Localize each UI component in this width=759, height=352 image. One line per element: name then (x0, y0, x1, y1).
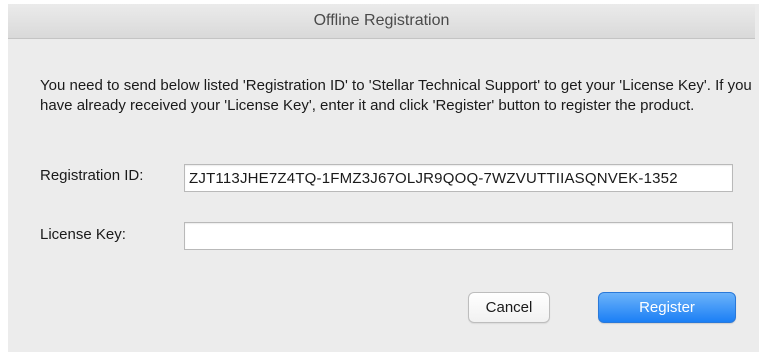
window-title: Offline Registration (313, 12, 450, 29)
offline-registration-dialog: Offline Registration You need to send be… (0, 0, 759, 352)
cancel-button[interactable]: Cancel (468, 292, 550, 323)
license-key-field[interactable] (184, 222, 733, 250)
register-button[interactable]: Register (598, 292, 736, 323)
window-titlebar[interactable]: Offline Registration (8, 4, 755, 39)
registration-id-label: Registration ID: (40, 167, 144, 184)
registration-id-field[interactable] (184, 164, 733, 192)
license-key-label: License Key: (40, 226, 126, 243)
instruction-message: You need to send below listed 'Registrat… (40, 77, 752, 114)
window-left-edge (0, 0, 8, 352)
